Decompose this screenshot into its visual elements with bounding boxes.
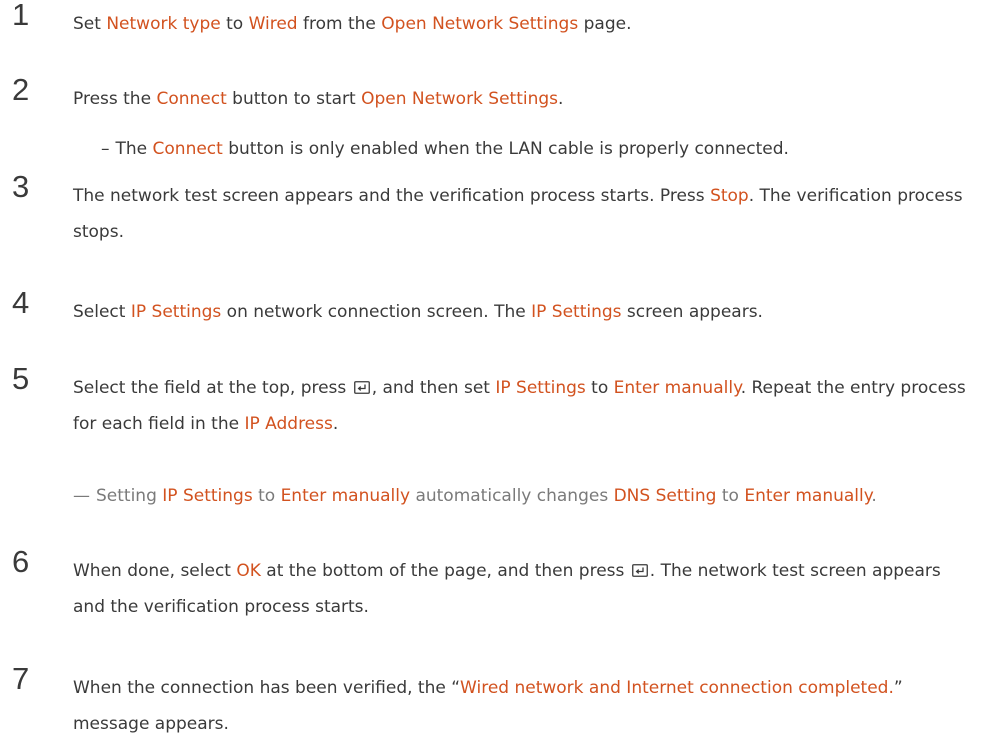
highlight-term: IP Settings: [495, 378, 586, 398]
step-text: Select the field at the top, press , and…: [73, 378, 966, 434]
step-text: Set Network type to Wired from the Open …: [73, 14, 632, 34]
step-number: 6: [12, 544, 30, 579]
step-number: 2: [12, 72, 30, 107]
highlight-term: Network type: [106, 14, 221, 34]
highlight-term: Connect: [152, 139, 223, 159]
highlight-term: Enter manually: [613, 378, 741, 398]
step-number: 5: [12, 361, 30, 396]
enter-key-icon: [631, 564, 648, 577]
highlight-term: IP Address: [244, 414, 333, 434]
step-number: 1: [12, 0, 30, 32]
step-number: 4: [12, 285, 30, 320]
highlight-term: Wired: [248, 14, 298, 34]
highlight-term: IP Settings: [531, 302, 622, 322]
sub-note: – The Connect button is only enabled when…: [101, 139, 789, 159]
document-page: 1 Set Network type to Wired from the Ope…: [0, 0, 991, 749]
step-text: Press the Connect button to start Open N…: [73, 89, 564, 109]
note: — Setting IP Settings to Enter manually a…: [73, 486, 877, 506]
step-text: When the connection has been verified, t…: [73, 678, 903, 734]
highlight-term: Open Network Settings: [361, 89, 559, 109]
enter-key-icon: [353, 381, 370, 394]
highlight-term: DNS Setting: [613, 486, 717, 506]
highlight-term: Stop: [710, 186, 749, 206]
highlight-term: Enter manually: [280, 486, 411, 506]
highlight-term: Connect: [156, 89, 227, 109]
step-text: Select IP Settings on network connection…: [73, 302, 763, 322]
step-number: 3: [12, 169, 30, 204]
highlight-term: IP Settings: [130, 302, 222, 322]
highlight-term: Wired network and Internet connection co…: [460, 678, 894, 698]
highlight-term: Enter manually: [744, 486, 872, 506]
highlight-term: IP Settings: [162, 486, 253, 506]
step-text: The network test screen appears and the …: [73, 186, 963, 242]
step-number: 7: [12, 661, 30, 696]
highlight-term: OK: [236, 561, 261, 581]
step-text: When done, select OK at the bottom of th…: [73, 561, 941, 617]
highlight-term: Open Network Settings: [381, 14, 579, 34]
